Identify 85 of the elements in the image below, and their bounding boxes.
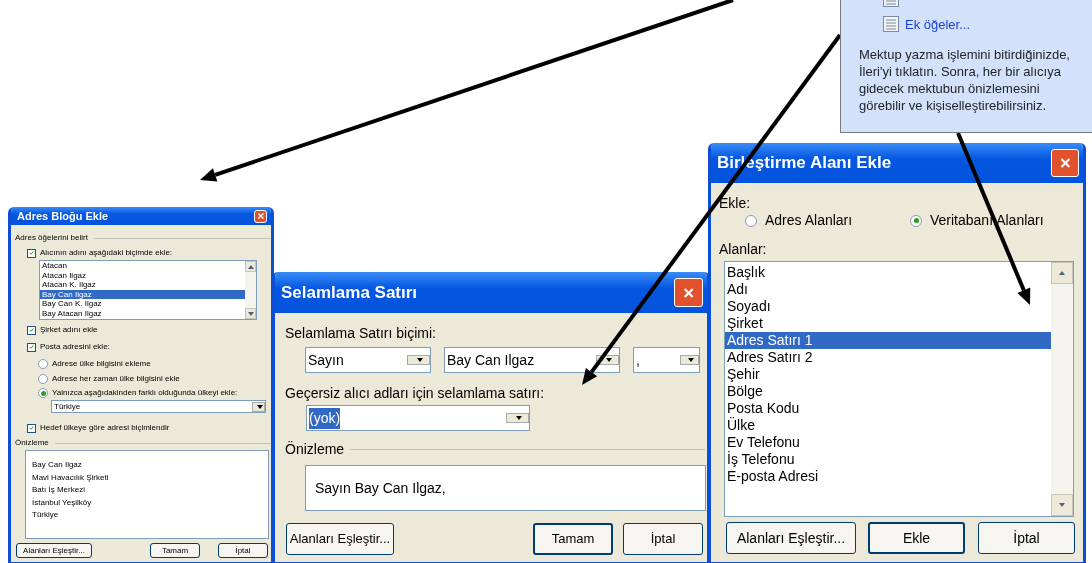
list-item[interactable]: Adres Satırı 1	[725, 332, 1051, 349]
field-label: Alanlar:	[719, 240, 767, 259]
checkbox-label: Hedef ülkeye göre adresi biçimlendir	[40, 422, 170, 434]
radio-button[interactable]	[38, 373, 48, 384]
radio-label: Veritabanı Alanları	[930, 211, 1044, 230]
caret-icon	[415, 356, 424, 364]
list-item[interactable]: Bölge	[725, 383, 1051, 400]
list-item[interactable]: Bay Can Ilgaz	[40, 289, 245, 300]
dropdown[interactable]: Sayın	[305, 347, 431, 373]
caret-icon	[686, 356, 695, 364]
radio-label: Adres Alanları	[765, 211, 853, 230]
list-item[interactable]: Ülke	[725, 417, 1051, 434]
preview-line: Mavi Havacılık Şirketi	[32, 471, 110, 484]
list-item[interactable]: Soyadı	[725, 298, 1051, 315]
dialog-button[interactable]: Ekle	[868, 522, 965, 554]
field-label: Ekle:	[719, 194, 751, 213]
dialog-button[interactable]: Alanları Eşleştir...	[286, 523, 394, 555]
dialog-button[interactable]: Tamam	[150, 543, 200, 558]
field-label: Selamlama Satırı biçimi:	[285, 324, 436, 343]
list-item[interactable]: Atacan Ilgaz	[40, 270, 245, 281]
close-button[interactable]	[674, 278, 703, 307]
radio-label: Yalnızca aşağıdakinden farklı olduğunda ülkeyi ekle:	[52, 387, 238, 399]
close-icon	[256, 210, 265, 222]
dropdown[interactable]: (yok)	[306, 405, 530, 431]
preview-line: Batı İş Merkezi	[32, 484, 86, 496]
radio-button[interactable]	[745, 214, 757, 227]
group-label: Adres öğelerini belirt	[15, 232, 271, 244]
caret-icon	[604, 356, 613, 364]
radio-label: Adrese her zaman ülke bilgisini ekle	[52, 372, 180, 385]
check-icon	[29, 423, 34, 433]
group-label: Önizleme	[15, 437, 271, 449]
link[interactable]: Ek öğeler...	[905, 15, 971, 35]
scrollbar[interactable]	[1051, 262, 1073, 516]
field-label: Geçersiz alıcı adları için selamlama satırı:	[285, 384, 545, 403]
preview-line: Türkiye	[32, 509, 60, 521]
scrollbar[interactable]	[245, 261, 256, 319]
document-icon	[883, 16, 899, 32]
list-item[interactable]: Adı	[725, 281, 1051, 298]
dialog-button[interactable]: Alanları Eşleştir...	[726, 522, 856, 554]
caret-icon	[255, 402, 264, 411]
list-item[interactable]: Bay Atacan Ilgaz	[40, 308, 245, 319]
dialog-button[interactable]: İptal	[218, 543, 268, 558]
window-title: Selamlama Satırı	[281, 281, 418, 304]
check-icon	[29, 248, 34, 258]
checkbox-label: Alıcının adını aşağıdaki biçimde ekle:	[40, 247, 173, 259]
dropdown[interactable]: ,	[633, 347, 700, 373]
dialog-button[interactable]: İptal	[978, 522, 1075, 554]
description-text: Mektup yazma işlemini bitirdiğinizde, İleri'yi tıklatın. Sonra, her bir alıcıya gidecek mektubun önizlemesini görebilir ve kişiselleştirebilirsiniz.	[859, 46, 1071, 114]
list-item[interactable]: Başlık	[725, 264, 1051, 281]
checkbox[interactable]	[27, 342, 36, 352]
list-item[interactable]: Atacan K. Ilgaz	[40, 280, 245, 290]
checkbox[interactable]	[27, 248, 36, 258]
list-item[interactable]: Şirket	[725, 315, 1051, 332]
list-item[interactable]: E-posta Adresi	[725, 468, 1051, 485]
dialog-button[interactable]: Alanları Eşleştir...	[16, 543, 92, 558]
list-item[interactable]: Şehir	[725, 366, 1051, 383]
dropdown[interactable]: Bay Can Ilgaz	[444, 347, 620, 373]
preview-line: Bay Can Ilgaz	[32, 459, 83, 471]
checkbox-label: Şirket adını ekle	[40, 324, 98, 336]
preview-line: İstanbul Yeşilköy	[32, 496, 93, 509]
list-item[interactable]: Bay Can K. Ilgaz	[40, 299, 245, 309]
radio-button[interactable]	[38, 359, 48, 369]
scroll-down-icon	[246, 309, 255, 318]
preview-text: Sayın Bay Can Ilgaz,	[315, 478, 446, 498]
close-button[interactable]	[254, 209, 267, 223]
list-item[interactable]: Posta Kodu	[725, 400, 1051, 417]
list-item[interactable]: İş Telefonu	[725, 451, 1051, 468]
radio-button[interactable]	[910, 214, 922, 227]
radio-button[interactable]	[38, 388, 48, 398]
window-title: Adres Bloğu Ekle	[17, 208, 109, 224]
group-label: Önizleme	[285, 439, 705, 460]
radio-label: Adrese ülke bilgisini ekleme	[52, 358, 151, 370]
checkbox[interactable]	[27, 325, 36, 335]
list-item[interactable]: Ev Telefonu	[725, 434, 1051, 451]
dialog-button[interactable]: Tamam	[533, 523, 613, 555]
close-button[interactable]	[1051, 149, 1079, 177]
dialog-button[interactable]: İptal	[623, 523, 703, 555]
scroll-up-icon	[1058, 269, 1066, 277]
scroll-down-icon	[1058, 501, 1066, 509]
checkbox-label: Posta adresini ekle:	[40, 341, 110, 353]
caret-icon	[514, 414, 523, 422]
dropdown[interactable]: Türkiye	[51, 400, 266, 413]
list-item[interactable]: Adres Satırı 2	[725, 349, 1051, 366]
list-item[interactable]: Atacan	[40, 261, 245, 271]
checkbox[interactable]	[27, 423, 36, 433]
